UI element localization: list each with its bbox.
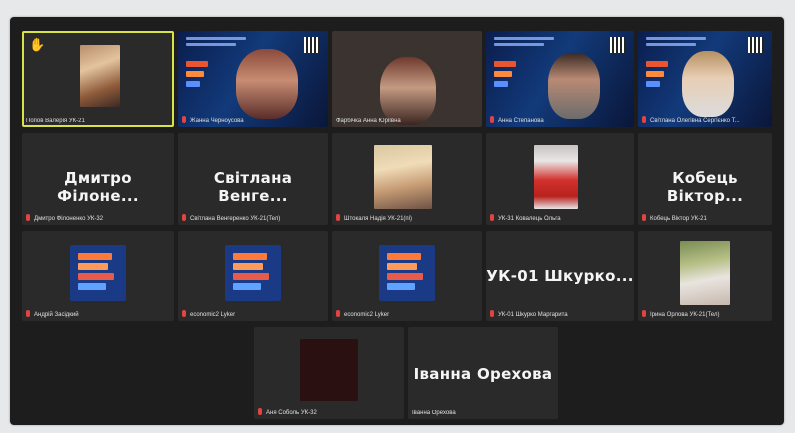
participant-name: Дмитро Філоненко УК-32	[26, 214, 170, 222]
economics-logo-icon	[70, 245, 126, 301]
participant-tile-1[interactable]: ✋ Попов Валерія УК-21	[22, 31, 174, 127]
participant-video	[682, 51, 734, 117]
participant-tile-13[interactable]: economic2 Lyker	[332, 231, 482, 321]
participant-video	[374, 145, 432, 209]
participant-name: economic2 Lyker	[336, 310, 478, 318]
participant-name: Фарбічка Анна Юріївна	[336, 118, 401, 124]
participant-tile-4[interactable]: Анна Степанова	[486, 31, 634, 127]
participant-display-name: Дмитро Філоне...	[57, 169, 139, 205]
participant-name: economic2 Lyker	[182, 310, 324, 318]
participant-name: УК-31 Ковалець Ольга	[490, 214, 630, 222]
mic-muted-icon	[490, 214, 494, 221]
participant-name: Ірина Орлова УК-21(Тел)	[642, 310, 768, 318]
qr-code-icon	[304, 37, 320, 53]
participant-tile-16[interactable]: Аня Соболь УК-32	[254, 327, 404, 419]
mic-muted-icon	[182, 116, 186, 123]
qr-code-icon	[610, 37, 626, 53]
participant-video	[236, 49, 298, 119]
mic-muted-icon	[490, 116, 494, 123]
participant-video	[300, 339, 358, 401]
participant-name: Кобець Віктор УК-21	[642, 214, 768, 222]
participant-display-name: УК-01 Шкурко...	[486, 267, 634, 285]
mic-muted-icon	[182, 310, 186, 317]
participant-tile-6[interactable]: Дмитро Філоне... Дмитро Філоненко УК-32	[22, 133, 174, 225]
participant-tile-10[interactable]: Кобець Віктор... Кобець Віктор УК-21	[638, 133, 772, 225]
participant-tile-11[interactable]: Андрій Засідкий	[22, 231, 174, 321]
mic-muted-icon	[26, 310, 30, 317]
participant-tile-12[interactable]: economic2 Lyker	[178, 231, 328, 321]
economics-logo-icon	[225, 245, 281, 301]
participant-tile-7[interactable]: Світлана Венге... Світлана Венгеренко УК…	[178, 133, 328, 225]
participant-name: Світлана Венгеренко УК-21(Тел)	[182, 214, 324, 222]
participant-tile-8[interactable]: Штокаля Надія УК-21(пі)	[332, 133, 482, 225]
participant-display-name: Кобець Віктор...	[666, 169, 744, 205]
economics-logo-icon	[379, 245, 435, 301]
participant-name: Іванна Орехова	[412, 410, 456, 416]
mic-muted-icon	[642, 214, 646, 221]
mic-muted-icon	[642, 310, 646, 317]
participant-video	[80, 45, 120, 107]
participant-tile-2[interactable]: Жанна Черноусова	[178, 31, 328, 127]
participant-name: Анна Степанова	[490, 116, 630, 124]
participant-display-name: Іванна Орехова	[413, 365, 553, 383]
mic-muted-icon	[258, 408, 262, 415]
participant-name: Жанна Черноусова	[182, 116, 324, 124]
participant-tile-3[interactable]: Фарбічка Анна Юріївна	[332, 31, 482, 127]
participant-name: Світлана Олегівна Сергієнко Т...	[642, 116, 768, 124]
participant-tile-15[interactable]: Ірина Орлова УК-21(Тел)	[638, 231, 772, 321]
qr-code-icon	[748, 37, 764, 53]
participant-name: Андрій Засідкий	[26, 310, 170, 318]
mic-muted-icon	[336, 310, 340, 317]
participant-name: УК-01 Шкурко Маргарита	[490, 310, 630, 318]
participant-video	[534, 145, 578, 209]
participant-video	[380, 57, 436, 125]
participant-tile-5[interactable]: Світлана Олегівна Сергієнко Т...	[638, 31, 772, 127]
participant-tile-17[interactable]: Іванна Орехова Іванна Орехова	[408, 327, 558, 419]
mic-muted-icon	[182, 214, 186, 221]
video-grid: ✋ Попов Валерія УК-21 Жанна Черноусова Ф…	[10, 17, 784, 425]
screenshot-stage: ✋ Попов Валерія УК-21 Жанна Черноусова Ф…	[0, 0, 795, 433]
mic-muted-icon	[642, 116, 646, 123]
participant-name: Аня Соболь УК-32	[258, 408, 400, 416]
participant-tile-9[interactable]: УК-31 Ковалець Ольга	[486, 133, 634, 225]
participant-video	[680, 241, 730, 305]
mic-muted-icon	[336, 214, 340, 221]
mic-muted-icon	[490, 310, 494, 317]
raised-hand-icon: ✋	[29, 38, 46, 53]
participant-name: Штокаля Надія УК-21(пі)	[336, 214, 478, 222]
participant-display-name: Світлана Венге...	[213, 169, 293, 205]
participant-video	[548, 53, 600, 119]
participant-name: Попов Валерія УК-21	[26, 118, 85, 124]
mic-muted-icon	[26, 214, 30, 221]
participant-tile-14[interactable]: УК-01 Шкурко... УК-01 Шкурко Маргарита	[486, 231, 634, 321]
